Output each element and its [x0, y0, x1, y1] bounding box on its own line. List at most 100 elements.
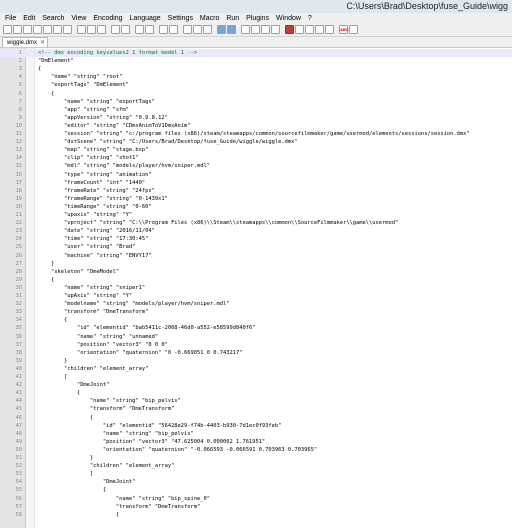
- code-line[interactable]: 29 {: [0, 276, 512, 284]
- zoom-in-icon[interactable]: [159, 25, 168, 34]
- menu-language[interactable]: Language: [130, 13, 161, 24]
- code-line[interactable]: 38 "orientation" "quaternion" "0 -0.6690…: [0, 349, 512, 357]
- cut-icon[interactable]: [77, 25, 86, 34]
- code-line[interactable]: 5 "exportTags" "DmElement": [0, 81, 512, 89]
- code-line[interactable]: 11 "session" "string" "c:/program files …: [0, 130, 512, 138]
- tab-wiggle-dmx[interactable]: wiggle.dmx ✕: [2, 37, 48, 47]
- menu-window[interactable]: Window: [276, 13, 301, 24]
- undo-icon[interactable]: [111, 25, 120, 34]
- stop-macro-icon[interactable]: [295, 25, 304, 34]
- save-all-icon[interactable]: [33, 25, 42, 34]
- code-line[interactable]: 6 {: [0, 90, 512, 98]
- code-line[interactable]: 47 "id" "elementid" "56428e29-f74b-4403-…: [0, 422, 512, 430]
- code-line[interactable]: 9 "appVersion" "string" "0.9.8.12": [0, 114, 512, 122]
- sync-horizontal-icon[interactable]: [193, 25, 202, 34]
- code-line[interactable]: 46 {: [0, 414, 512, 422]
- menu-encoding[interactable]: Encoding: [93, 13, 122, 24]
- show-all-chars-icon[interactable]: [217, 25, 226, 34]
- zoom-out-icon[interactable]: [169, 25, 178, 34]
- menu-file[interactable]: File: [5, 13, 16, 24]
- code-line[interactable]: 28 "skeleton" "DmeModel": [0, 268, 512, 276]
- code-line[interactable]: 19 "frameRange" "string" "0-1439x1": [0, 195, 512, 203]
- close-icon[interactable]: [43, 25, 52, 34]
- code-line[interactable]: 54 "DmeJoint": [0, 478, 512, 486]
- code-line[interactable]: 33 "transform" "DmeTransform": [0, 308, 512, 316]
- function-list-icon[interactable]: [261, 25, 270, 34]
- menu-search[interactable]: Search: [42, 13, 64, 24]
- folder-workspace-icon[interactable]: [271, 25, 280, 34]
- find-icon[interactable]: [135, 25, 144, 34]
- code-line[interactable]: 41 [: [0, 373, 512, 381]
- code-line[interactable]: 45 "transform" "DmeTransform": [0, 405, 512, 413]
- code-line[interactable]: 49 "position" "vector3" "47.625004 0.000…: [0, 438, 512, 446]
- code-line[interactable]: 48 "name" "string" "bip_pelvis": [0, 430, 512, 438]
- code-line[interactable]: 43 {: [0, 389, 512, 397]
- code-line[interactable]: 52 "children" "element_array": [0, 462, 512, 470]
- code-line[interactable]: 32 "modelname" "string" "models/player/h…: [0, 300, 512, 308]
- code-line[interactable]: 2 "DmElement": [0, 57, 512, 65]
- save-icon[interactable]: [23, 25, 32, 34]
- code-line[interactable]: 53 [: [0, 470, 512, 478]
- spellcheck-toggle-icon[interactable]: [349, 25, 358, 34]
- code-line[interactable]: 20 "timeRange" "string" "0-60": [0, 203, 512, 211]
- code-line[interactable]: 44 "name" "string" "bip_pelvis": [0, 397, 512, 405]
- menu-help[interactable]: ?: [308, 13, 312, 24]
- code-line[interactable]: 16 "type" "string" "animation": [0, 171, 512, 179]
- code-line[interactable]: 55 {: [0, 486, 512, 494]
- paste-icon[interactable]: [97, 25, 106, 34]
- code-line[interactable]: 25 "user" "string" "Brad": [0, 243, 512, 251]
- code-line[interactable]: 23 "date" "string" "2016/11/04": [0, 227, 512, 235]
- replace-icon[interactable]: [145, 25, 154, 34]
- code-line[interactable]: 8 "app" "string" "sfm": [0, 106, 512, 114]
- new-file-icon[interactable]: [3, 25, 12, 34]
- code-line[interactable]: 39 }: [0, 357, 512, 365]
- menu-macro[interactable]: Macro: [200, 13, 219, 24]
- user-lang-icon[interactable]: [241, 25, 250, 34]
- doc-map-icon[interactable]: [251, 25, 260, 34]
- open-file-icon[interactable]: [13, 25, 22, 34]
- code-line[interactable]: 12 "dstScene" "string" "C:/Users/Brad/De…: [0, 138, 512, 146]
- code-line[interactable]: 34 {: [0, 316, 512, 324]
- code-line[interactable]: 57 "transform" "DmeTransform": [0, 503, 512, 511]
- editor-area[interactable]: 1 <!-- dmx encoding keyvalues2 1 format m…: [0, 48, 512, 528]
- code-line[interactable]: 51 }: [0, 454, 512, 462]
- code-line[interactable]: 13 "map" "string" "stage.bsp": [0, 146, 512, 154]
- word-wrap-icon[interactable]: [203, 25, 212, 34]
- code-line[interactable]: 10 "editor" "string" "CDmxAnimToV1DmxAni…: [0, 122, 512, 130]
- code-line[interactable]: 36 "name" "string" "unnamed": [0, 333, 512, 341]
- code-line[interactable]: 37 "position" "vector3" "0 0 0": [0, 341, 512, 349]
- spellcheck-icon[interactable]: ABC: [339, 25, 349, 34]
- play-macro-icon[interactable]: [305, 25, 314, 34]
- code-line[interactable]: 21 "upaxis" "string" "Y": [0, 211, 512, 219]
- code-line[interactable]: 1 <!-- dmx encoding keyvalues2 1 format m…: [0, 49, 512, 58]
- code-line[interactable]: 35 "id" "elementid" "bab5411c-2068-46d0-…: [0, 324, 512, 332]
- code-line[interactable]: 24 "time" "string" "17:30:45": [0, 235, 512, 243]
- menu-run[interactable]: Run: [226, 13, 239, 24]
- menu-view[interactable]: View: [71, 13, 86, 24]
- save-macro-icon[interactable]: [325, 25, 334, 34]
- code-line[interactable]: 26 "machine" "string" "ENVY17": [0, 252, 512, 260]
- code-line[interactable]: 40 "children" "element_array": [0, 365, 512, 373]
- menu-edit[interactable]: Edit: [23, 13, 35, 24]
- code-line[interactable]: 3{: [0, 65, 512, 73]
- code-line[interactable]: 22 "vproject" "string" "C:\\Program File…: [0, 219, 512, 227]
- code-line[interactable]: 42 "DmeJoint": [0, 381, 512, 389]
- tab-close-icon[interactable]: ✕: [40, 38, 45, 48]
- code-line[interactable]: 58 {: [0, 511, 512, 519]
- close-all-icon[interactable]: [53, 25, 62, 34]
- sync-vertical-icon[interactable]: [183, 25, 192, 34]
- code-line[interactable]: 17 "frameCount" "int" "1440": [0, 179, 512, 187]
- copy-icon[interactable]: [87, 25, 96, 34]
- code-line[interactable]: 30 "name" "string" "sniper1": [0, 284, 512, 292]
- code-line[interactable]: 18 "frameRate" "string" "24fps": [0, 187, 512, 195]
- code-line[interactable]: 50 "orientation" "quaternion" "-0.066593…: [0, 446, 512, 454]
- play-multiple-icon[interactable]: [315, 25, 324, 34]
- code-line[interactable]: 4 "name" "string" "root": [0, 73, 512, 81]
- record-macro-icon[interactable]: [285, 25, 294, 34]
- menu-settings[interactable]: Settings: [168, 13, 193, 24]
- indent-guide-icon[interactable]: [227, 25, 236, 34]
- code-line[interactable]: 7 "name" "string" "exportTags": [0, 98, 512, 106]
- code-line[interactable]: 31 "upAxis" "string" "Y": [0, 292, 512, 300]
- code-line[interactable]: 56 "name" "string" "bip_spine_0": [0, 495, 512, 503]
- code-line[interactable]: 27 }: [0, 260, 512, 268]
